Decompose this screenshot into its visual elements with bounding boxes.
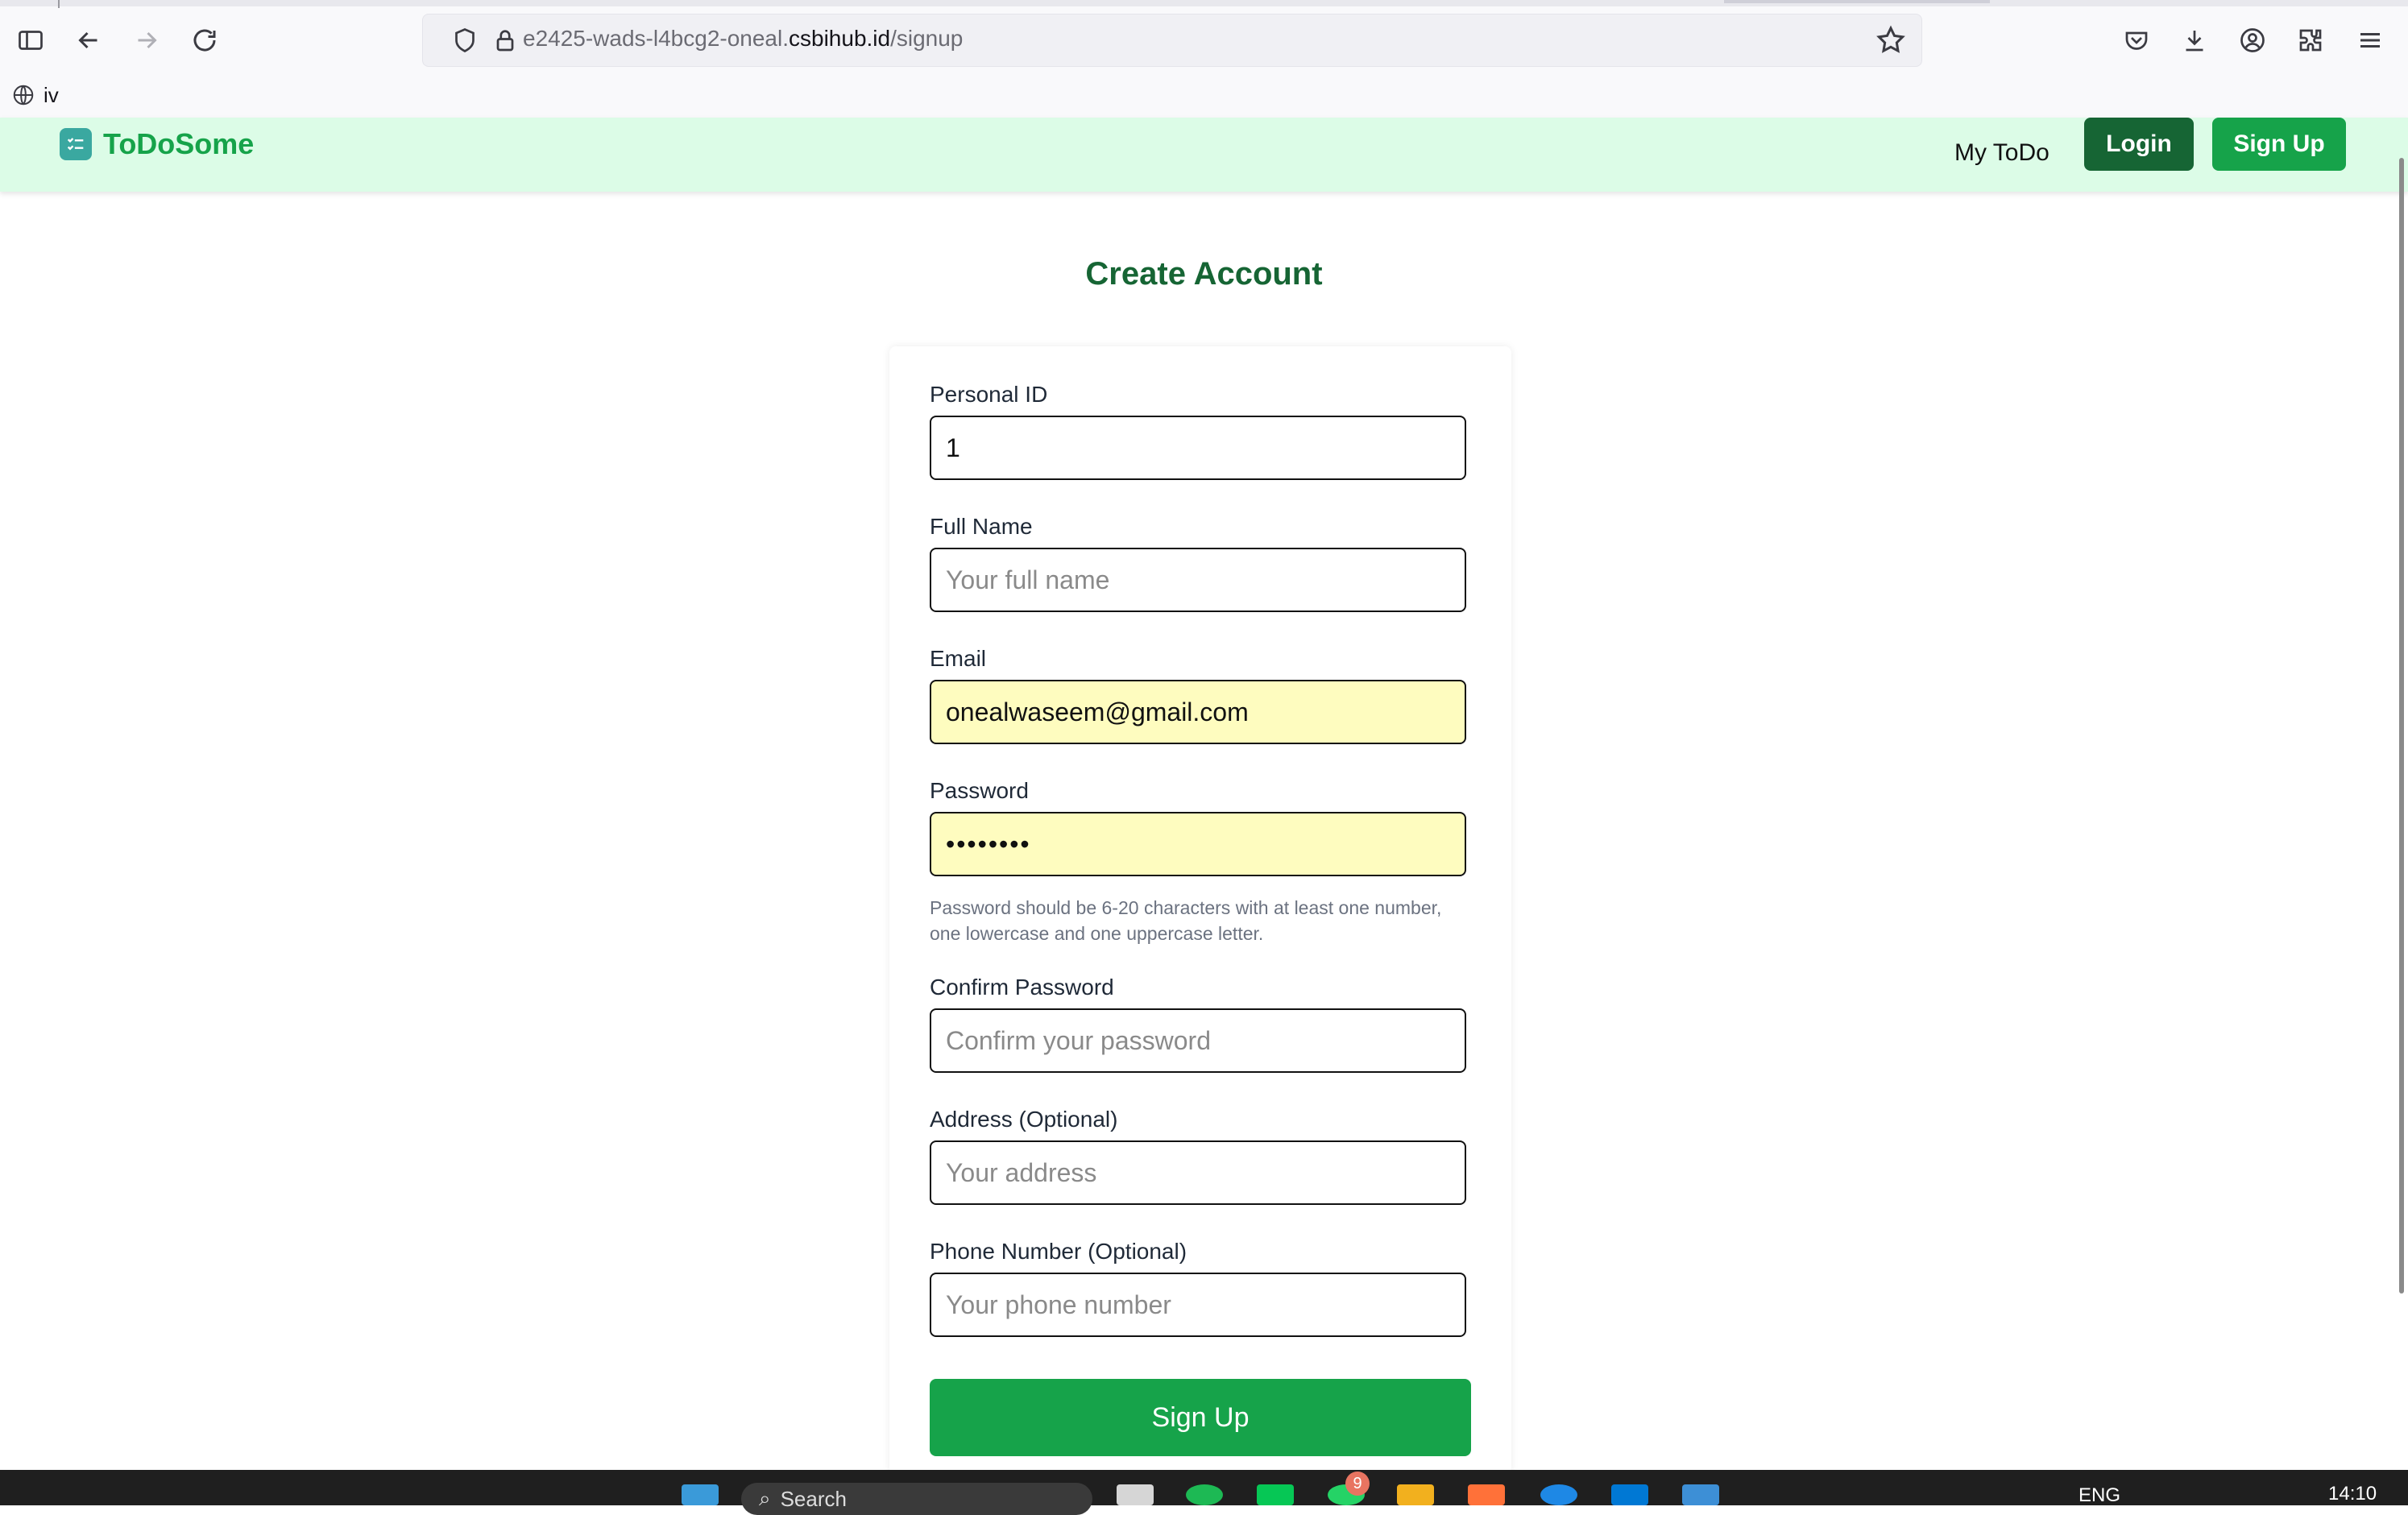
confirm-password-placeholder: Confirm your password [946,1025,1211,1055]
phone-placeholder: Your phone number [946,1289,1171,1319]
back-arrow-icon[interactable] [71,23,106,58]
os-taskbar: ⌕ Search 9 ENG 14:10 [0,1470,2408,1515]
url-subdomain: e2425-wads-l4bcg2-oneal. [523,26,789,51]
nav-my-todo[interactable]: My ToDo [1954,130,2049,176]
download-icon[interactable] [2177,23,2212,58]
clock[interactable]: 14:10 [2328,1483,2377,1505]
bookmark-label: iv [44,82,59,107]
address-bar[interactable]: e2425-wads-l4bcg2-oneal.csbihub.id/signu… [422,14,1922,67]
url-path: /signup [890,26,964,51]
personal-id-input[interactable]: 1 [930,416,1466,480]
sidebar-toggle-icon[interactable] [13,23,48,58]
full-name-placeholder: Your full name [946,565,1110,594]
signup-submit-button[interactable]: Sign Up [930,1379,1471,1456]
account-icon[interactable] [2235,23,2270,58]
firefox-icon[interactable] [1468,1484,1505,1505]
checklist-logo-icon [60,128,92,160]
site-navbar: ToDoSome My ToDo Login Sign Up [0,118,2408,192]
forward-arrow-icon[interactable] [129,23,164,58]
reload-icon[interactable] [187,23,222,58]
phone-input[interactable]: Your phone number [930,1273,1466,1337]
login-button[interactable]: Login [2084,118,2194,171]
password-value: •••••••• [946,829,1031,859]
confirm-password-input[interactable]: Confirm your password [930,1008,1466,1073]
email-input[interactable]: onealwaseem@gmail.com [930,680,1466,744]
full-name-label: Full Name [930,514,1033,539]
tab-edge [58,0,60,8]
bookmark-item[interactable]: iv [11,81,59,110]
brand-name: ToDoSome [103,127,255,160]
phone-label: Phone Number (Optional) [930,1239,1187,1264]
notepad-icon[interactable] [1682,1484,1719,1505]
bookmark-star-icon[interactable] [1875,24,1907,56]
file-app-icon[interactable] [1117,1484,1154,1505]
personal-id-value: 1 [946,433,960,462]
line-icon[interactable] [1257,1484,1294,1505]
email-label: Email [930,646,987,671]
notification-badge: 9 [1345,1472,1370,1496]
taskbar-search[interactable]: ⌕ Search [741,1483,1092,1515]
tab-edge-right [1724,0,1990,3]
globe-icon [13,85,34,106]
address-placeholder: Your address [946,1157,1097,1187]
search-icon: ⌕ [759,1486,771,1510]
vscode-icon[interactable] [1611,1484,1648,1505]
password-label: Password [930,778,1029,803]
url-domain: csbihub.id [789,26,891,51]
password-hint: Password should be 6-20 characters with … [930,897,1442,944]
menu-icon[interactable] [2352,23,2388,58]
windows-start-icon[interactable] [682,1484,719,1505]
page-title: Create Account [1085,256,1323,292]
page-scrollbar[interactable] [2399,158,2404,1294]
email-value: onealwaseem@gmail.com [946,697,1249,726]
address-label: Address (Optional) [930,1107,1118,1132]
full-name-input[interactable]: Your full name [930,548,1466,612]
language-indicator[interactable]: ENG [2079,1484,2120,1507]
address-input[interactable]: Your address [930,1140,1466,1205]
lock-icon[interactable] [491,26,520,55]
confirm-password-label: Confirm Password [930,975,1114,1000]
app-icon[interactable] [1540,1484,1577,1505]
password-input[interactable]: •••••••• [930,812,1466,876]
extensions-icon[interactable] [2293,23,2328,58]
brand-link[interactable]: ToDoSome [60,127,254,161]
spotify-icon[interactable] [1186,1484,1223,1505]
signup-nav-button[interactable]: Sign Up [2212,118,2346,171]
folder-icon[interactable] [1397,1484,1434,1505]
tab-strip [0,0,2408,6]
pocket-icon[interactable] [2119,23,2154,58]
taskbar-search-label: Search [780,1486,847,1511]
browser-toolbar: e2425-wads-l4bcg2-oneal.csbihub.id/signu… [0,0,2408,118]
shield-icon[interactable] [450,26,479,55]
personal-id-label: Personal ID [930,382,1048,407]
url-text[interactable]: e2425-wads-l4bcg2-oneal.csbihub.id/signu… [523,26,963,52]
